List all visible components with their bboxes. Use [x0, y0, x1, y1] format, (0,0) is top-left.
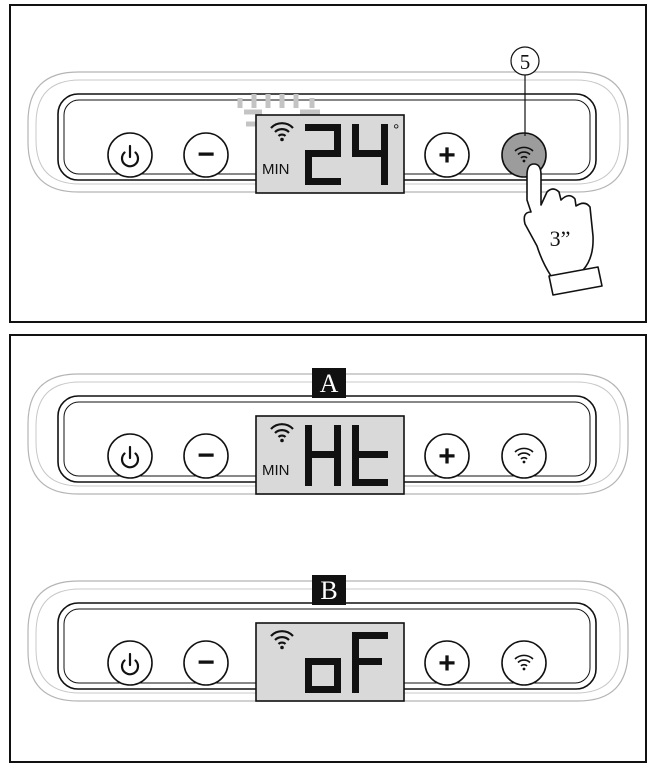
lcd-display-a: MIN — [255, 415, 405, 495]
power-button[interactable] — [107, 640, 153, 686]
plus-button[interactable]: + — [424, 132, 470, 178]
mode-label: MIN — [262, 462, 290, 479]
state-b-tag: B — [312, 575, 346, 605]
plus-label: + — [438, 139, 456, 172]
power-button[interactable] — [107, 132, 153, 178]
svg-text:A: A — [320, 369, 339, 398]
lcd-display-1: MIN ° — [255, 114, 405, 194]
hold-duration-label: 3” — [550, 226, 571, 251]
minus-button[interactable]: − — [183, 433, 229, 479]
plus-button[interactable]: + — [424, 640, 470, 686]
power-button[interactable] — [107, 433, 153, 479]
minus-button[interactable]: − — [183, 640, 229, 686]
degree-symbol: ° — [393, 122, 399, 139]
minus-label: − — [197, 439, 215, 472]
minus-label: − — [197, 138, 215, 171]
wifi-button[interactable] — [501, 640, 547, 686]
svg-text:5: 5 — [520, 50, 531, 74]
wifi-button[interactable] — [501, 433, 547, 479]
mode-label: MIN — [262, 161, 290, 178]
state-a-tag: A — [312, 368, 346, 398]
plus-label: + — [438, 440, 456, 473]
lcd-display-b — [255, 622, 405, 702]
plus-label: + — [438, 647, 456, 680]
plus-button[interactable]: + — [424, 433, 470, 479]
minus-button[interactable]: − — [183, 132, 229, 178]
minus-label: − — [197, 646, 215, 679]
svg-text:B: B — [320, 576, 337, 605]
